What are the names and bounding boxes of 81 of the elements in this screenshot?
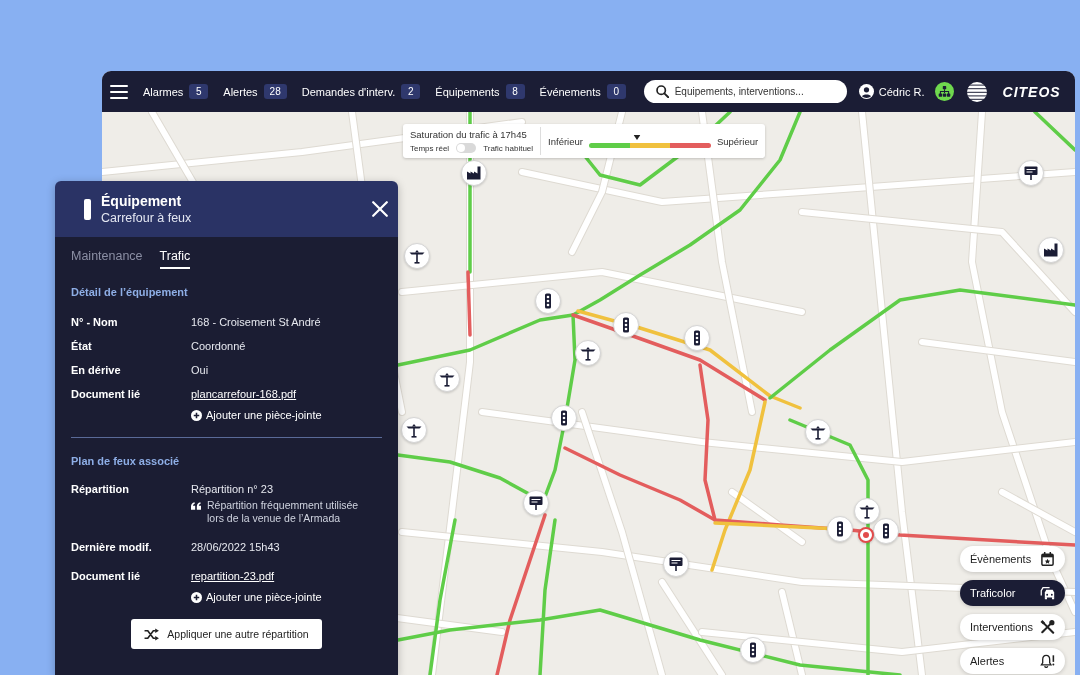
nav-tab[interactable]: Événements 0 [539, 84, 626, 99]
field-value: 28/06/2022 15h43 [191, 540, 280, 554]
field-label: En dérive [71, 363, 122, 377]
layer-button[interactable]: Traficolor [960, 580, 1065, 606]
street-lamp-marker-icon[interactable] [401, 417, 427, 443]
panel-title: Équipement [101, 192, 183, 210]
field-label: Répartition [71, 482, 131, 497]
field-value: Répartition n° 23 [191, 482, 274, 496]
search-field[interactable]: Équipements, interventions... [643, 80, 847, 103]
nav-tab[interactable]: Alertes 28 [223, 84, 287, 99]
plus-circle-icon [191, 591, 202, 603]
field-value: Oui [191, 363, 209, 377]
count-badge: 0 [606, 84, 626, 99]
ring-marker-icon[interactable] [858, 527, 874, 543]
traffic-light-marker-icon[interactable] [873, 518, 899, 544]
user-icon[interactable] [858, 84, 874, 99]
layer-button[interactable]: Évènements [960, 546, 1065, 572]
legend-title: Saturation du trafic à 17h45 [410, 128, 528, 141]
bell-alert-icon [1040, 654, 1055, 668]
nav-tab[interactable]: Alarmes 5 [143, 84, 209, 99]
nav-tab[interactable]: Demandes d'interv. 2 [301, 84, 421, 99]
search-icon [655, 85, 669, 98]
traffic-light-marker-icon[interactable] [551, 405, 577, 431]
brand-logo: CITEOS [1002, 83, 1061, 100]
field-label: N° - Nom [71, 315, 119, 329]
tools-icon [1040, 620, 1055, 634]
org-chart-icon[interactable] [934, 82, 954, 101]
street-lamp-marker-icon[interactable] [575, 340, 601, 366]
sign-panel-marker-icon[interactable] [663, 551, 689, 577]
traffic-light-marker-icon[interactable] [535, 288, 561, 314]
user-name[interactable]: Cédric R. [878, 85, 925, 98]
note-text: Répartition fréquemment utilisée lors de la venue de l’Armada [207, 499, 360, 525]
field-label: Document lié [71, 569, 142, 584]
menu-icon[interactable] [110, 84, 128, 99]
street-lamp-marker-icon[interactable] [854, 498, 880, 524]
factory-marker-icon[interactable] [1038, 237, 1064, 263]
nav-tab[interactable]: Équipements 8 [435, 84, 525, 99]
layer-button[interactable]: Interventions [960, 614, 1065, 640]
field-label: Document lié [71, 387, 142, 402]
scale-label: Supérieur [716, 135, 759, 147]
street-lamp-marker-icon[interactable] [805, 419, 831, 445]
layer-button[interactable]: Alertes [960, 648, 1065, 674]
count-badge: 2 [401, 84, 421, 99]
sign-panel-marker-icon[interactable] [523, 490, 549, 516]
field-value: Coordonné [191, 339, 246, 353]
scale-label: Inférieur [548, 135, 583, 147]
toggle-switch[interactable] [456, 143, 477, 153]
traffic-light-marker-icon[interactable] [684, 325, 710, 351]
count-badge: 5 [189, 84, 209, 99]
car-icon [1040, 586, 1055, 600]
section-heading: Plan de feux associé [71, 455, 181, 468]
sign-panel-marker-icon[interactable] [1018, 160, 1044, 186]
rounded-bar-icon [84, 198, 91, 220]
street-lamp-marker-icon[interactable] [434, 366, 460, 392]
traffic-segment-line [1033, 112, 1075, 152]
panel-tab[interactable]: Trafic [159, 249, 191, 269]
field-label: État [71, 339, 93, 353]
toggle-label: Temps réel [410, 142, 450, 154]
field-value: 168 - Croisement St André [191, 315, 321, 329]
document-link[interactable]: repartition-23.pdf [191, 569, 275, 583]
panel-subtitle: Carrefour à feux [101, 209, 193, 226]
toggle-label: Trafic habituel [483, 142, 534, 154]
field-label: Dernière modif. [71, 540, 153, 554]
panel-tab[interactable]: Maintenance [71, 249, 143, 269]
add-attachment-link[interactable]: Ajouter une pièce-jointe [191, 408, 322, 422]
factory-marker-icon[interactable] [461, 160, 487, 186]
apply-distribution-button[interactable]: Appliquer une autre répartition [131, 619, 322, 649]
street-lamp-marker-icon[interactable] [404, 243, 430, 269]
count-badge: 28 [263, 84, 287, 99]
count-badge: 8 [505, 84, 525, 99]
plus-circle-icon [191, 409, 202, 421]
close-icon[interactable] [372, 201, 388, 217]
traffic-light-marker-icon[interactable] [827, 516, 853, 542]
document-link[interactable]: plancarrefour-168.pdf [191, 387, 297, 401]
add-attachment-link[interactable]: Ajouter une pièce-jointe [191, 590, 322, 604]
traffic-light-marker-icon[interactable] [740, 637, 766, 663]
quote-icon [191, 502, 201, 510]
traffic-light-marker-icon[interactable] [613, 312, 639, 338]
shuffle-icon [144, 627, 160, 641]
section-heading: Détail de l’équipement [71, 286, 189, 299]
striped-globe-logo-icon [966, 81, 987, 102]
